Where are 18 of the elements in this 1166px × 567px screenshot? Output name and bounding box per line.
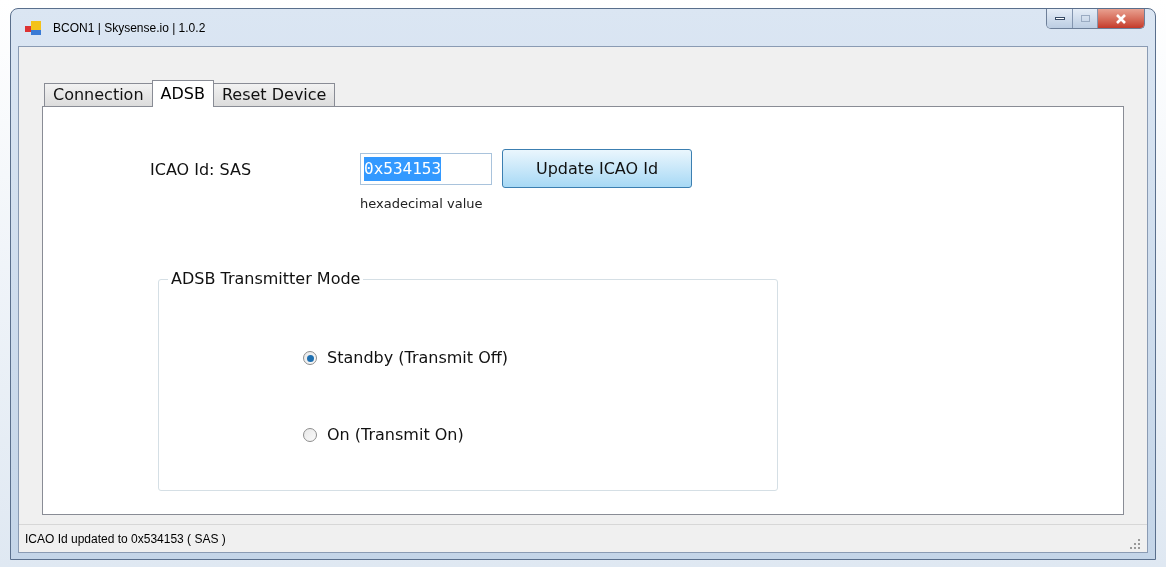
- status-text: ICAO Id updated to 0x534153 ( SAS ): [25, 530, 226, 548]
- radio-button[interactable]: [303, 351, 317, 365]
- resize-grip-icon: [1129, 537, 1141, 550]
- radio-label[interactable]: On (Transmit On): [327, 423, 464, 447]
- app-icon: [25, 19, 43, 36]
- icao-label: ICAO Id: SAS: [150, 159, 253, 181]
- update-icao-button[interactable]: Update ICAO Id: [502, 149, 692, 188]
- window-title: BCON1 | Skysense.io | 1.0.2: [53, 19, 206, 37]
- tab[interactable]: Connection: [44, 83, 153, 106]
- field-value: 0x534153: [364, 156, 442, 181]
- tab[interactable]: Reset Device: [212, 83, 336, 106]
- radio-label[interactable]: Standby (Transmit Off): [327, 346, 508, 370]
- tab[interactable]: ADSB: [151, 80, 214, 107]
- radio-button[interactable]: [303, 428, 317, 442]
- close-button[interactable]: [1098, 9, 1144, 28]
- hint-text: hexadecimal value: [360, 195, 484, 213]
- close-icon: [1115, 13, 1127, 24]
- minimize-button[interactable]: [1047, 9, 1073, 28]
